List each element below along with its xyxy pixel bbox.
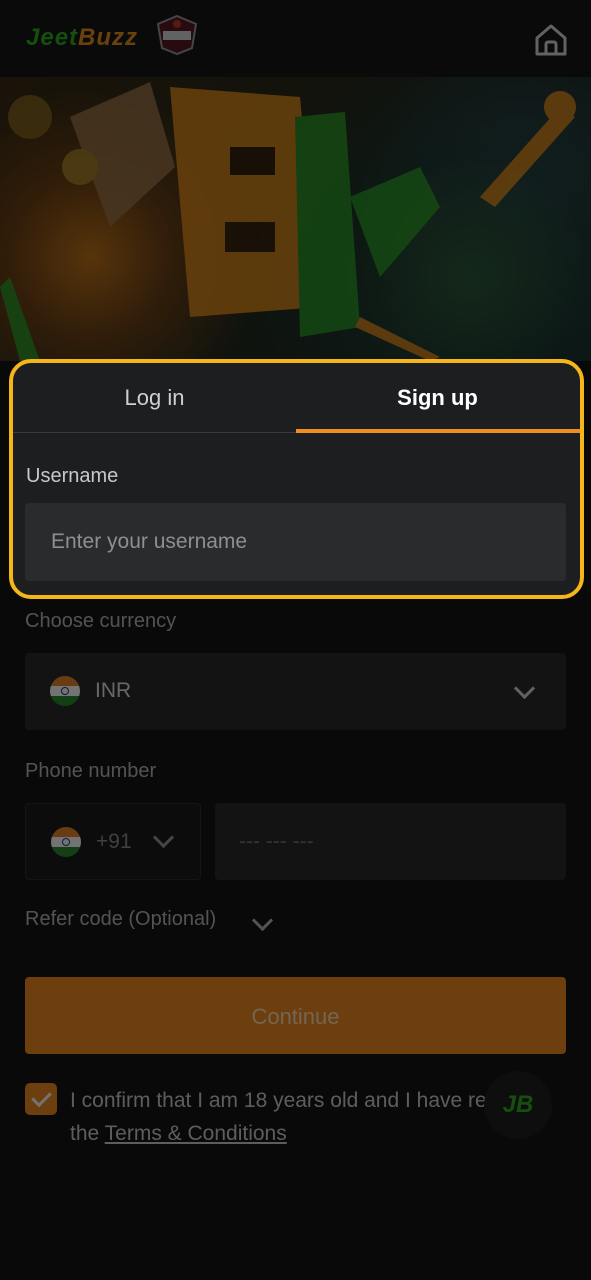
continue-button[interactable]: Continue (25, 977, 566, 1054)
promo-banner (0, 77, 591, 361)
country-code-select[interactable]: +91 (25, 803, 201, 880)
india-flag-icon (51, 827, 81, 857)
logo-part-1: Jeet (26, 24, 79, 51)
terms-link[interactable]: Terms & Conditions (105, 1122, 287, 1145)
currency-label: Choose currency (25, 610, 177, 632)
phone-label: Phone number (25, 760, 157, 782)
active-tab-indicator (296, 429, 580, 433)
username-label: Username (26, 465, 119, 487)
app-header: JeetBuzz (0, 0, 591, 78)
live-chat-button[interactable]: JB (484, 1071, 552, 1139)
logo-part-2: Buzz (78, 24, 139, 51)
auth-panel-highlight: Log in Sign up Username (9, 359, 584, 599)
chevron-down-icon (251, 909, 274, 932)
username-input[interactable] (25, 503, 566, 581)
tab-signup[interactable]: Sign up (296, 363, 579, 432)
banner-artwork (0, 82, 576, 361)
chevron-down-icon (152, 826, 175, 849)
brand-logo[interactable]: JeetBuzz (26, 24, 138, 52)
india-flag-icon (50, 676, 80, 706)
country-code-value: +91 (96, 830, 132, 853)
tab-login[interactable]: Log in (13, 363, 296, 432)
refer-code-label: Refer code (Optional) (25, 908, 217, 930)
team-crest-icon (156, 14, 198, 56)
currency-value: INR (95, 679, 132, 702)
refer-code-toggle[interactable]: Refer code (Optional) (25, 908, 274, 932)
age-confirm-text: I confirm that I am 18 years old and I h… (70, 1084, 540, 1150)
phone-input[interactable] (215, 803, 566, 880)
chevron-down-icon (513, 677, 536, 700)
currency-select[interactable]: INR (25, 653, 566, 730)
age-confirm-checkbox[interactable] (25, 1083, 57, 1115)
home-icon[interactable] (531, 20, 571, 60)
